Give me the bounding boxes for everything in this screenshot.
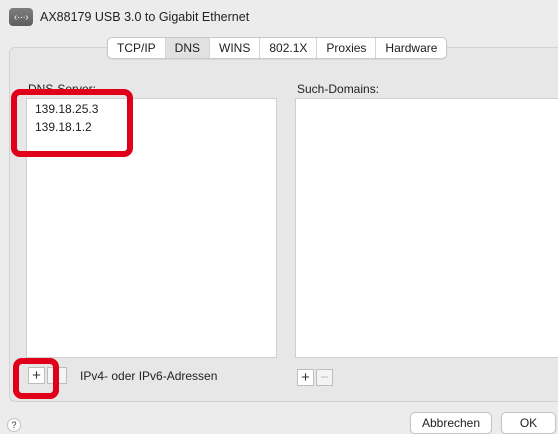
dns-entries-highlight: [11, 89, 133, 157]
search-domains-label: Such-Domains:: [297, 82, 380, 96]
cancel-button[interactable]: Abbrechen: [410, 412, 492, 434]
tab-bar: TCP/IP DNS WINS 802.1X Proxies Hardware: [107, 37, 448, 59]
help-button[interactable]: ?: [7, 418, 21, 432]
tab-8021x[interactable]: 802.1X: [259, 38, 316, 58]
interface-title: AX88179 USB 3.0 to Gigabit Ethernet: [40, 10, 250, 24]
remove-search-domain-button[interactable]: −: [316, 369, 333, 386]
network-interface-icon: ‹···›: [9, 8, 33, 26]
ok-button[interactable]: OK: [501, 412, 556, 434]
add-search-domain-button[interactable]: +: [297, 369, 314, 386]
add-button-highlight: [13, 358, 59, 399]
tab-dns[interactable]: DNS: [164, 38, 210, 58]
search-domains-list[interactable]: [295, 98, 558, 358]
tab-hardware[interactable]: Hardware: [375, 38, 446, 58]
tab-tcpip[interactable]: TCP/IP: [108, 38, 165, 58]
dns-address-hint: IPv4- oder IPv6-Adressen: [80, 369, 218, 383]
tab-proxies[interactable]: Proxies: [316, 38, 375, 58]
tab-wins[interactable]: WINS: [209, 38, 259, 58]
